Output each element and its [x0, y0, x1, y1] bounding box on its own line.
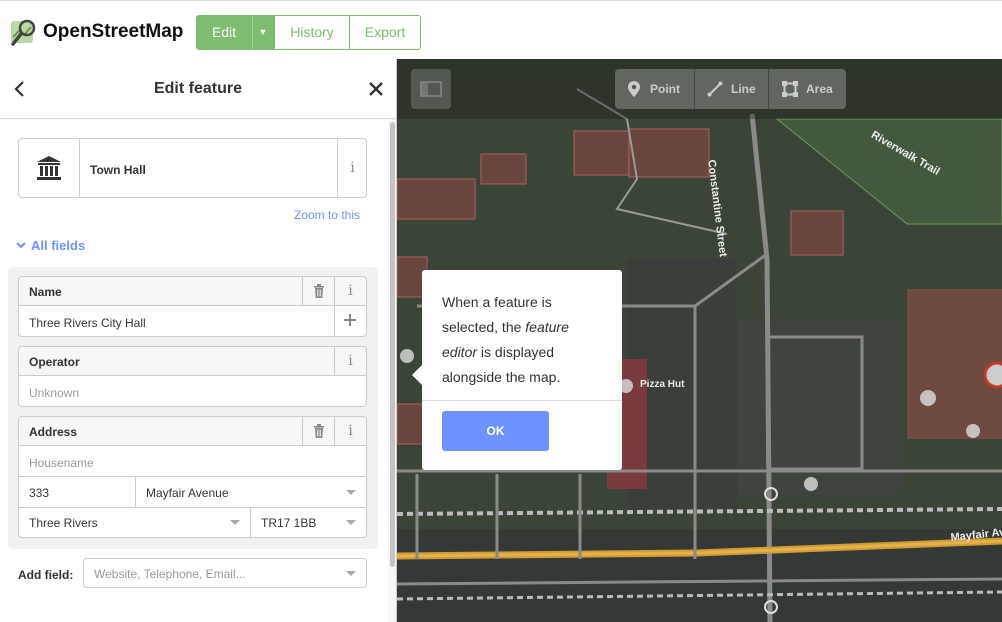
address-field-header: Address i: [19, 417, 366, 446]
panel-scrollbar[interactable]: [389, 120, 396, 567]
poi-label: Pizza Hut: [640, 379, 685, 390]
add-field-input[interactable]: Website, Telephone, Email...: [83, 558, 367, 588]
chevron-down-icon[interactable]: [346, 571, 356, 576]
info-icon[interactable]: i: [334, 277, 366, 306]
add-localized-name-button[interactable]: [334, 306, 366, 336]
add-area-button[interactable]: Area: [769, 69, 846, 109]
info-icon[interactable]: i: [334, 417, 366, 446]
street-input[interactable]: Mayfair Avenue: [146, 486, 229, 500]
mode-buttons: Point Line Area: [615, 69, 846, 109]
divider: [135, 476, 136, 507]
operator-input[interactable]: Unknown: [29, 386, 79, 400]
sidebar-toggle-button[interactable]: [411, 69, 451, 109]
tooltip-text: When a feature is selected, the feature …: [442, 290, 607, 390]
caret-down-icon: ▼: [258, 27, 268, 37]
housenumber-input[interactable]: 333: [29, 486, 49, 500]
scrollbar-thumb[interactable]: [390, 122, 395, 567]
tooltip-arrow: [412, 365, 422, 385]
panel-header: Edit feature: [0, 59, 396, 119]
plus-icon: [344, 314, 356, 326]
delete-name-button[interactable]: [302, 277, 334, 306]
name-field-header: Name i: [19, 277, 366, 306]
all-fields-toggle[interactable]: All fields: [16, 238, 85, 253]
line-icon: [707, 81, 723, 97]
openstreetmap-logo-icon[interactable]: [9, 17, 39, 47]
history-button[interactable]: History: [274, 15, 350, 50]
zoom-to-this-link[interactable]: Zoom to this: [294, 208, 360, 222]
trash-icon: [313, 284, 324, 298]
preset-icon-box: [19, 139, 80, 197]
fields-container: Name i Three Rivers City Hall Operator i…: [8, 267, 378, 549]
add-field-placeholder: Website, Telephone, Email...: [94, 567, 246, 581]
housename-input[interactable]: Housename: [29, 456, 94, 470]
point-label: Point: [650, 82, 680, 96]
edit-dropdown-button[interactable]: ▼: [252, 15, 274, 50]
divider: [422, 400, 622, 401]
all-fields-label: All fields: [31, 238, 86, 253]
divider: [250, 507, 251, 537]
preset-button[interactable]: Town Hall i: [18, 138, 367, 198]
address-field: Address i Housename 333 Mayfair Avenue T…: [18, 416, 367, 538]
site-title[interactable]: OpenStreetMap: [43, 21, 183, 43]
area-label: Area: [806, 82, 833, 96]
add-field-label: Add field:: [18, 568, 74, 582]
name-field-label: Name: [29, 285, 62, 299]
divider: [19, 507, 366, 508]
name-field: Name i Three Rivers City Hall: [18, 276, 367, 337]
point-icon: [628, 81, 640, 97]
info-icon[interactable]: i: [334, 347, 366, 376]
close-icon[interactable]: [366, 79, 386, 99]
trash-icon: [313, 424, 324, 438]
operator-field: Operator i Unknown: [18, 346, 367, 407]
sidebar-toggle-icon: [420, 81, 442, 97]
chevron-down-icon[interactable]: [230, 520, 240, 525]
top-bar: OpenStreetMap Edit ▼ History Export: [0, 0, 1002, 59]
delete-address-button[interactable]: [302, 417, 334, 446]
name-input[interactable]: Three Rivers City Hall: [29, 316, 146, 330]
map-toolbar: Point Line Area: [397, 59, 1002, 119]
chevron-down-icon[interactable]: [346, 520, 356, 525]
line-label: Line: [731, 82, 756, 96]
town-hall-icon: [37, 156, 61, 180]
walkthrough-tooltip: When a feature is selected, the feature …: [422, 270, 622, 470]
edit-button[interactable]: Edit: [196, 15, 252, 50]
panel-title: Edit feature: [153, 80, 242, 97]
ok-button[interactable]: OK: [442, 411, 549, 451]
operator-field-label: Operator: [29, 355, 80, 369]
address-field-label: Address: [29, 425, 78, 439]
postcode-input[interactable]: TR17 1BB: [261, 516, 316, 530]
preset-name: Town Hall: [90, 163, 146, 177]
add-line-button[interactable]: Line: [695, 69, 769, 109]
panel-body: Town Hall i Zoom to this All fields Name: [0, 120, 388, 622]
operator-field-header: Operator i: [19, 347, 366, 376]
add-point-button[interactable]: Point: [615, 69, 695, 109]
chevron-down-icon[interactable]: [346, 490, 356, 495]
sidebar: Edit feature Town Hall i Zoom to this Al…: [0, 59, 397, 622]
export-button[interactable]: Export: [349, 15, 421, 50]
divider: [19, 476, 366, 477]
info-icon[interactable]: i: [337, 139, 367, 197]
area-icon: [782, 81, 798, 97]
chevron-down-icon: [16, 242, 26, 249]
city-input[interactable]: Three Rivers: [29, 516, 98, 530]
